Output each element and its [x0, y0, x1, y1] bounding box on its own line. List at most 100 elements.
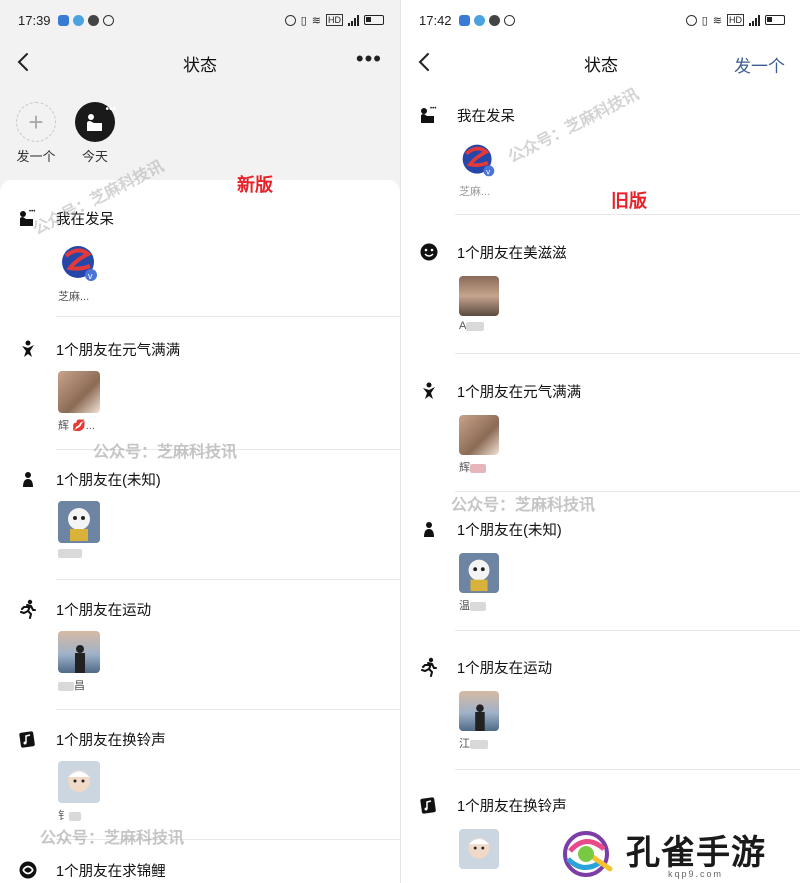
avatar — [58, 631, 100, 673]
status-bar: 17:42 ▯ ≋ HD — [401, 0, 800, 40]
friend-item[interactable]: 辉 — [459, 415, 519, 475]
friend-item[interactable]: 昌 — [58, 631, 118, 693]
person-icon — [23, 472, 33, 487]
hd-icon: HD — [326, 14, 343, 26]
app-icon — [57, 14, 69, 26]
avatar — [58, 761, 100, 803]
page-title: 状态 — [183, 55, 217, 75]
friend-item[interactable] — [459, 829, 519, 869]
friend-name: A — [459, 320, 519, 332]
story-row: + 发一个 ••• 今天 — [0, 96, 400, 176]
koi-icon — [19, 861, 37, 879]
wifi-icon: ≋ — [311, 14, 321, 27]
section-title: 1个朋友在求锦鲤 — [56, 864, 166, 880]
music-card-icon — [420, 797, 436, 814]
friend-name: 辉 💋... — [58, 420, 95, 432]
nav-bar: 状态 发一个 — [401, 40, 800, 86]
friend-name: 钅 — [58, 807, 118, 823]
comparison-screenshot: 17:39 ▯ ≋ HD 状态 ••• + 发一个 ••• 今天 ••• 我在发… — [0, 0, 800, 883]
battery-icon — [765, 15, 785, 25]
divider — [455, 353, 800, 354]
section-title: 1个朋友在运动 — [457, 661, 553, 677]
vibrate-icon: ▯ — [701, 14, 708, 27]
avatar — [459, 553, 499, 593]
alarm-icon — [102, 14, 114, 26]
section-title: 1个朋友在美滋滋 — [457, 246, 567, 262]
avatar: v — [58, 242, 100, 284]
watermark: 公众号：芝麻科技讯 — [40, 830, 185, 847]
hd-icon: HD — [727, 14, 744, 26]
friend-name: 温 — [459, 597, 519, 613]
friend-item[interactable]: v 芝麻... — [58, 242, 118, 304]
status-time: 17:42 — [419, 12, 452, 28]
back-arrow-icon[interactable] — [12, 50, 36, 74]
new-version-panel: 17:39 ▯ ≋ HD 状态 ••• + 发一个 ••• 今天 ••• 我在发… — [0, 0, 400, 883]
app-icon — [458, 14, 470, 26]
alarm-icon — [685, 14, 697, 26]
avatar — [459, 691, 499, 731]
plus-icon: + — [16, 102, 56, 142]
more-icon[interactable]: ••• — [356, 48, 382, 70]
peacock-logo-icon — [563, 831, 613, 877]
divider — [56, 709, 400, 710]
friend-name — [58, 547, 118, 559]
divider — [455, 214, 800, 215]
status-bar: 17:39 ▯ ≋ HD — [0, 0, 400, 40]
section-title: 1个朋友在换铃声 — [457, 799, 567, 815]
friend-name: 江 — [459, 735, 519, 751]
back-arrow-icon[interactable] — [413, 50, 437, 74]
watermark: 公众号：芝麻科技讯 — [93, 444, 238, 461]
version-tag: 新版 — [237, 175, 273, 195]
friend-item[interactable]: 钅 — [58, 761, 118, 823]
vibrate-icon: ▯ — [300, 14, 307, 27]
nav-bar: 状态 ••• — [0, 40, 400, 86]
section-title: 1个朋友在运动 — [56, 603, 152, 619]
section-title: 1个朋友在(未知) — [457, 523, 562, 539]
signal-icon — [348, 14, 359, 26]
today-story[interactable]: ••• 今天 — [65, 96, 125, 165]
friend-item[interactable]: 温 — [459, 553, 519, 613]
section-title: 1个朋友在换铃声 — [56, 733, 166, 749]
friend-name: 辉 — [459, 459, 519, 475]
avatar — [459, 415, 499, 455]
logo-url: kqp9.com — [668, 869, 724, 879]
message-icon — [488, 14, 500, 26]
message-icon — [87, 14, 99, 26]
status-time: 17:39 — [18, 12, 51, 28]
friend-name: 芝麻... — [58, 291, 90, 303]
watermark: 公众号：芝麻科技讯 — [451, 497, 596, 514]
avatar — [459, 276, 499, 316]
story-label: 今天 — [81, 149, 108, 164]
version-tag: 旧版 — [611, 191, 647, 211]
app-icon — [72, 14, 84, 26]
app-icon — [473, 14, 485, 26]
signal-icon — [749, 14, 760, 26]
friend-name: 昌 — [58, 677, 118, 693]
alarm-icon — [284, 14, 296, 26]
friend-item[interactable]: A — [459, 276, 519, 332]
battery-icon — [364, 15, 384, 25]
friend-item[interactable]: 辉 💋... — [58, 371, 118, 433]
divider — [455, 769, 800, 770]
today-status-icon: ••• — [75, 102, 116, 142]
energetic-icon — [22, 340, 34, 357]
person-icon — [424, 522, 434, 537]
divider — [455, 630, 800, 631]
divider — [56, 579, 400, 580]
avatar — [459, 829, 499, 869]
happy-face-icon — [420, 243, 438, 261]
post-status-button[interactable]: + 发一个 — [6, 96, 66, 165]
running-icon — [20, 599, 36, 619]
friend-name: 芝麻... — [459, 186, 491, 198]
post-status-button[interactable]: 发一个 — [734, 52, 785, 77]
avatar — [58, 501, 100, 543]
friend-item[interactable] — [58, 501, 118, 559]
site-logo: 孔雀手游网 kqp9.com — [548, 823, 800, 883]
section-title: 1个朋友在元气满满 — [457, 385, 582, 401]
section-title: 1个朋友在元气满满 — [56, 343, 181, 359]
energetic-icon — [423, 382, 435, 399]
friend-item[interactable]: 江 — [459, 691, 519, 751]
avatar: v — [459, 141, 497, 179]
avatar — [58, 371, 100, 413]
dazed-icon: ••• — [421, 106, 436, 123]
